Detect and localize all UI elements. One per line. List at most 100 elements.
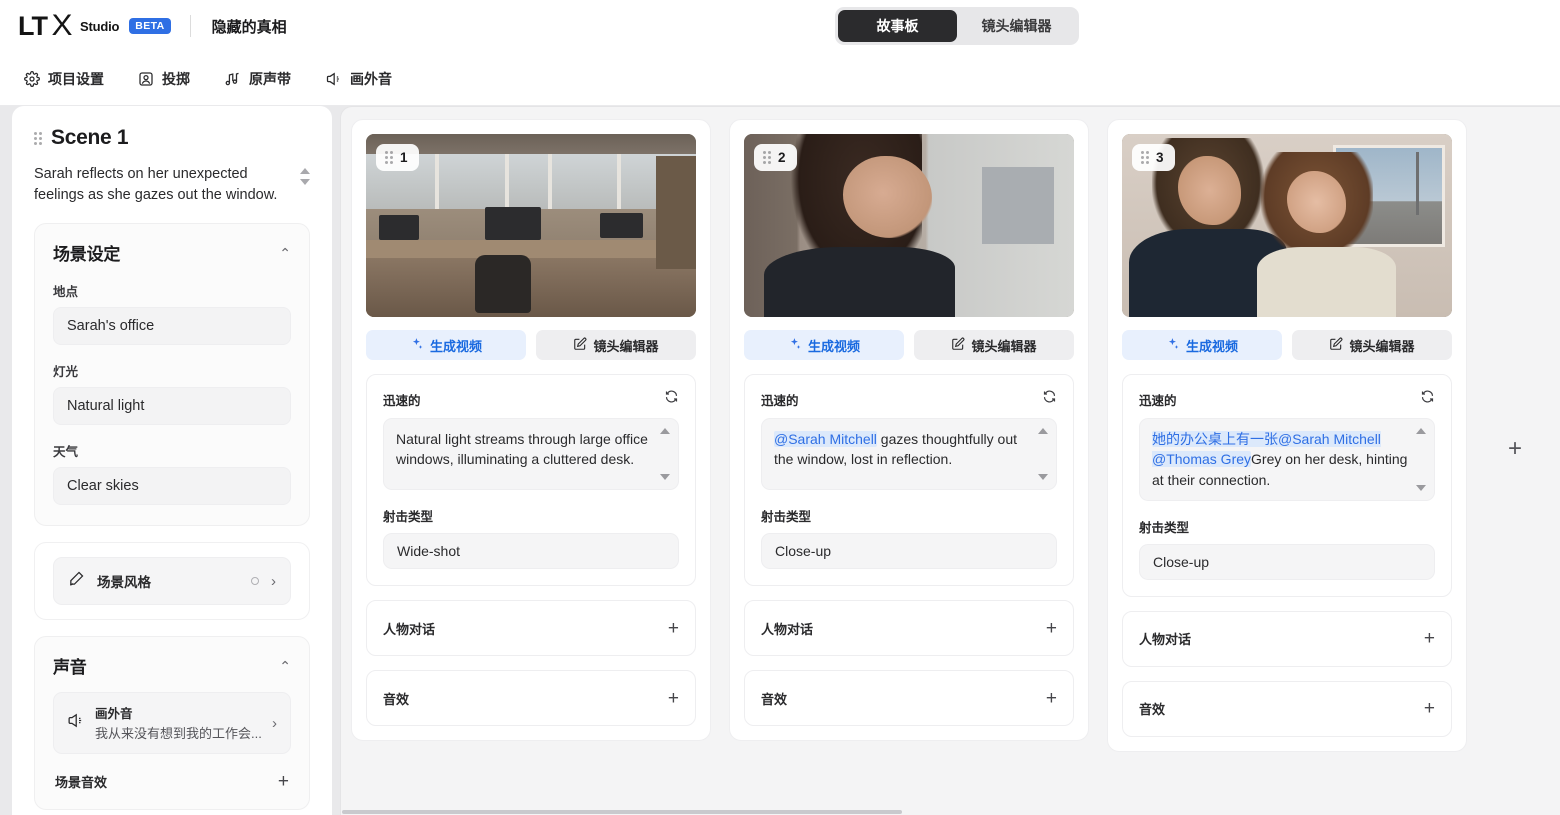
prompt-header: 迅速的 bbox=[383, 389, 679, 409]
sfx-row[interactable]: 音效 + bbox=[366, 670, 696, 726]
shot-number: 1 bbox=[400, 150, 408, 165]
shot-thumbnail[interactable]: 3 bbox=[1122, 134, 1452, 317]
shot-type-input[interactable] bbox=[1139, 543, 1435, 580]
drag-handle-icon[interactable] bbox=[385, 151, 393, 164]
sound-panel: 声音 ⌃ 画外音 我从来没有想到我的工作会... › 场景音效 + bbox=[34, 636, 310, 811]
music-note-icon bbox=[224, 71, 241, 87]
chevron-right-icon[interactable]: › bbox=[271, 573, 276, 590]
shot-card-list: 1 生成视频 镜头编辑器 迅速的 Natural light streams t… bbox=[341, 107, 1560, 779]
toolbar-item-voiceover[interactable]: 画外音 bbox=[321, 65, 396, 93]
prompt-textarea[interactable]: Natural light streams through large offi… bbox=[383, 418, 679, 490]
drag-handle-icon[interactable] bbox=[34, 131, 42, 145]
toolbar-item-project-settings[interactable]: 项目设置 bbox=[20, 65, 108, 93]
shot-type-label: 射击类型 bbox=[383, 510, 434, 524]
add-sfx-button[interactable]: + bbox=[668, 689, 679, 708]
shot-thumbnail[interactable]: 2 bbox=[744, 134, 1074, 317]
scrollbar-thumb[interactable] bbox=[342, 810, 902, 814]
shot-number: 2 bbox=[778, 150, 786, 165]
prompt-header: 迅速的 bbox=[761, 389, 1057, 409]
generate-video-button[interactable]: 生成视频 bbox=[366, 330, 526, 360]
secondary-toolbar: 项目设置 投掷 原声带 画外音 bbox=[0, 52, 1560, 106]
generate-video-button[interactable]: 生成视频 bbox=[744, 330, 904, 360]
refresh-icon[interactable] bbox=[1042, 389, 1057, 409]
refresh-icon[interactable] bbox=[664, 389, 679, 409]
lighting-label: 灯光 bbox=[53, 365, 79, 380]
chevron-up-icon[interactable]: ⌃ bbox=[279, 246, 291, 260]
refresh-icon[interactable] bbox=[1420, 389, 1435, 409]
add-sfx-button[interactable]: + bbox=[1046, 689, 1057, 708]
weather-input[interactable] bbox=[53, 467, 291, 506]
add-scene-sfx-button[interactable]: + bbox=[278, 772, 289, 791]
chevron-up-icon[interactable] bbox=[660, 428, 670, 434]
chevron-down-icon[interactable] bbox=[300, 179, 310, 185]
dialogue-row[interactable]: 人物对话 + bbox=[744, 600, 1074, 656]
gear-icon bbox=[24, 70, 40, 87]
shot-number-badge[interactable]: 3 bbox=[1132, 144, 1175, 171]
toolbar-item-cast[interactable]: 投掷 bbox=[134, 65, 194, 93]
drag-handle-icon[interactable] bbox=[1141, 151, 1149, 164]
generate-video-label: 生成视频 bbox=[429, 338, 482, 354]
generate-video-button[interactable]: 生成视频 bbox=[1122, 330, 1282, 360]
shot-number: 3 bbox=[1156, 150, 1164, 165]
location-input[interactable] bbox=[53, 307, 291, 346]
shot-type-label: 射击类型 bbox=[1139, 520, 1190, 535]
add-dialogue-button[interactable]: + bbox=[668, 619, 679, 638]
dialogue-label: 人物对话 bbox=[1139, 632, 1192, 648]
weather-label: 天气 bbox=[53, 445, 79, 460]
plus-icon[interactable]: + bbox=[1508, 437, 1522, 461]
scene-setup-header[interactable]: 场景设定 ⌃ bbox=[53, 240, 291, 265]
shot-thumbnail[interactable]: 1 bbox=[366, 134, 696, 317]
prompt-scroll-stepper[interactable] bbox=[1416, 428, 1426, 491]
prompt-textarea[interactable]: @Sarah Mitchell gazes thoughtfully out t… bbox=[761, 418, 1057, 490]
chevron-right-icon[interactable]: › bbox=[272, 715, 277, 732]
dialogue-row[interactable]: 人物对话 + bbox=[366, 600, 696, 656]
lighting-input[interactable] bbox=[53, 387, 291, 426]
sound-header[interactable]: 声音 ⌃ bbox=[53, 653, 291, 678]
voiceover-row[interactable]: 画外音 我从来没有想到我的工作会... › bbox=[53, 692, 291, 755]
add-shot-button[interactable]: + bbox=[1485, 119, 1545, 779]
toolbar-item-soundtrack[interactable]: 原声带 bbox=[220, 65, 295, 93]
prompt-textarea[interactable]: 她的办公桌上有一张@Sarah Mitchell @Thomas GreyGre… bbox=[1139, 418, 1435, 501]
shot-editor-button[interactable]: 镜头编辑器 bbox=[1292, 330, 1452, 360]
chevron-down-icon[interactable] bbox=[1416, 484, 1426, 491]
shot-type-input[interactable] bbox=[383, 533, 679, 569]
view-mode-switcher[interactable]: 故事板 镜头编辑器 bbox=[835, 7, 1079, 45]
chevron-down-icon[interactable] bbox=[660, 474, 670, 480]
shot-number-badge[interactable]: 2 bbox=[754, 144, 797, 171]
chevron-up-icon[interactable] bbox=[300, 168, 310, 174]
edit-icon bbox=[573, 337, 587, 354]
shot-type-input[interactable] bbox=[761, 533, 1057, 569]
sfx-row[interactable]: 音效 + bbox=[1122, 680, 1452, 737]
horizontal-scrollbar[interactable] bbox=[340, 809, 1560, 815]
add-dialogue-button[interactable]: + bbox=[1046, 619, 1057, 638]
edit-icon bbox=[1329, 337, 1343, 354]
sfx-label: 音效 bbox=[1139, 702, 1166, 718]
scene-title: Scene 1 bbox=[51, 126, 129, 149]
brand-logo[interactable]: LT X Studio BETA 隐藏的真相 bbox=[0, 11, 287, 41]
add-sfx-button[interactable]: + bbox=[1424, 699, 1435, 718]
scene-description-stepper[interactable] bbox=[300, 164, 310, 185]
sparkles-icon bbox=[788, 337, 802, 354]
prompt-scroll-stepper[interactable] bbox=[1038, 428, 1048, 480]
shot-editor-button[interactable]: 镜头编辑器 bbox=[536, 330, 696, 360]
megaphone-icon bbox=[67, 712, 84, 734]
dialogue-row[interactable]: 人物对话 + bbox=[1122, 610, 1452, 667]
chevron-up-icon[interactable]: ⌃ bbox=[279, 659, 291, 673]
shot-editor-button[interactable]: 镜头编辑器 bbox=[914, 330, 1074, 360]
chevron-down-icon[interactable] bbox=[1038, 474, 1048, 480]
tab-shot-editor[interactable]: 镜头编辑器 bbox=[957, 10, 1076, 42]
sfx-row[interactable]: 音效 + bbox=[744, 670, 1074, 726]
megaphone-icon bbox=[325, 71, 342, 87]
cast-icon bbox=[138, 71, 154, 87]
sparkles-icon bbox=[410, 337, 424, 354]
add-dialogue-button[interactable]: + bbox=[1424, 629, 1435, 648]
prompt-scroll-stepper[interactable] bbox=[660, 428, 670, 480]
scene-style-row[interactable]: 场景风格 › bbox=[53, 557, 291, 606]
scene-description[interactable]: Sarah reflects on her unexpected feeling… bbox=[34, 164, 292, 205]
character-mention[interactable]: @Sarah Mitchell bbox=[774, 431, 877, 447]
tab-storyboard[interactable]: 故事板 bbox=[838, 10, 957, 42]
shot-number-badge[interactable]: 1 bbox=[376, 144, 419, 171]
chevron-up-icon[interactable] bbox=[1416, 428, 1426, 434]
drag-handle-icon[interactable] bbox=[763, 151, 771, 164]
chevron-up-icon[interactable] bbox=[1038, 428, 1048, 434]
